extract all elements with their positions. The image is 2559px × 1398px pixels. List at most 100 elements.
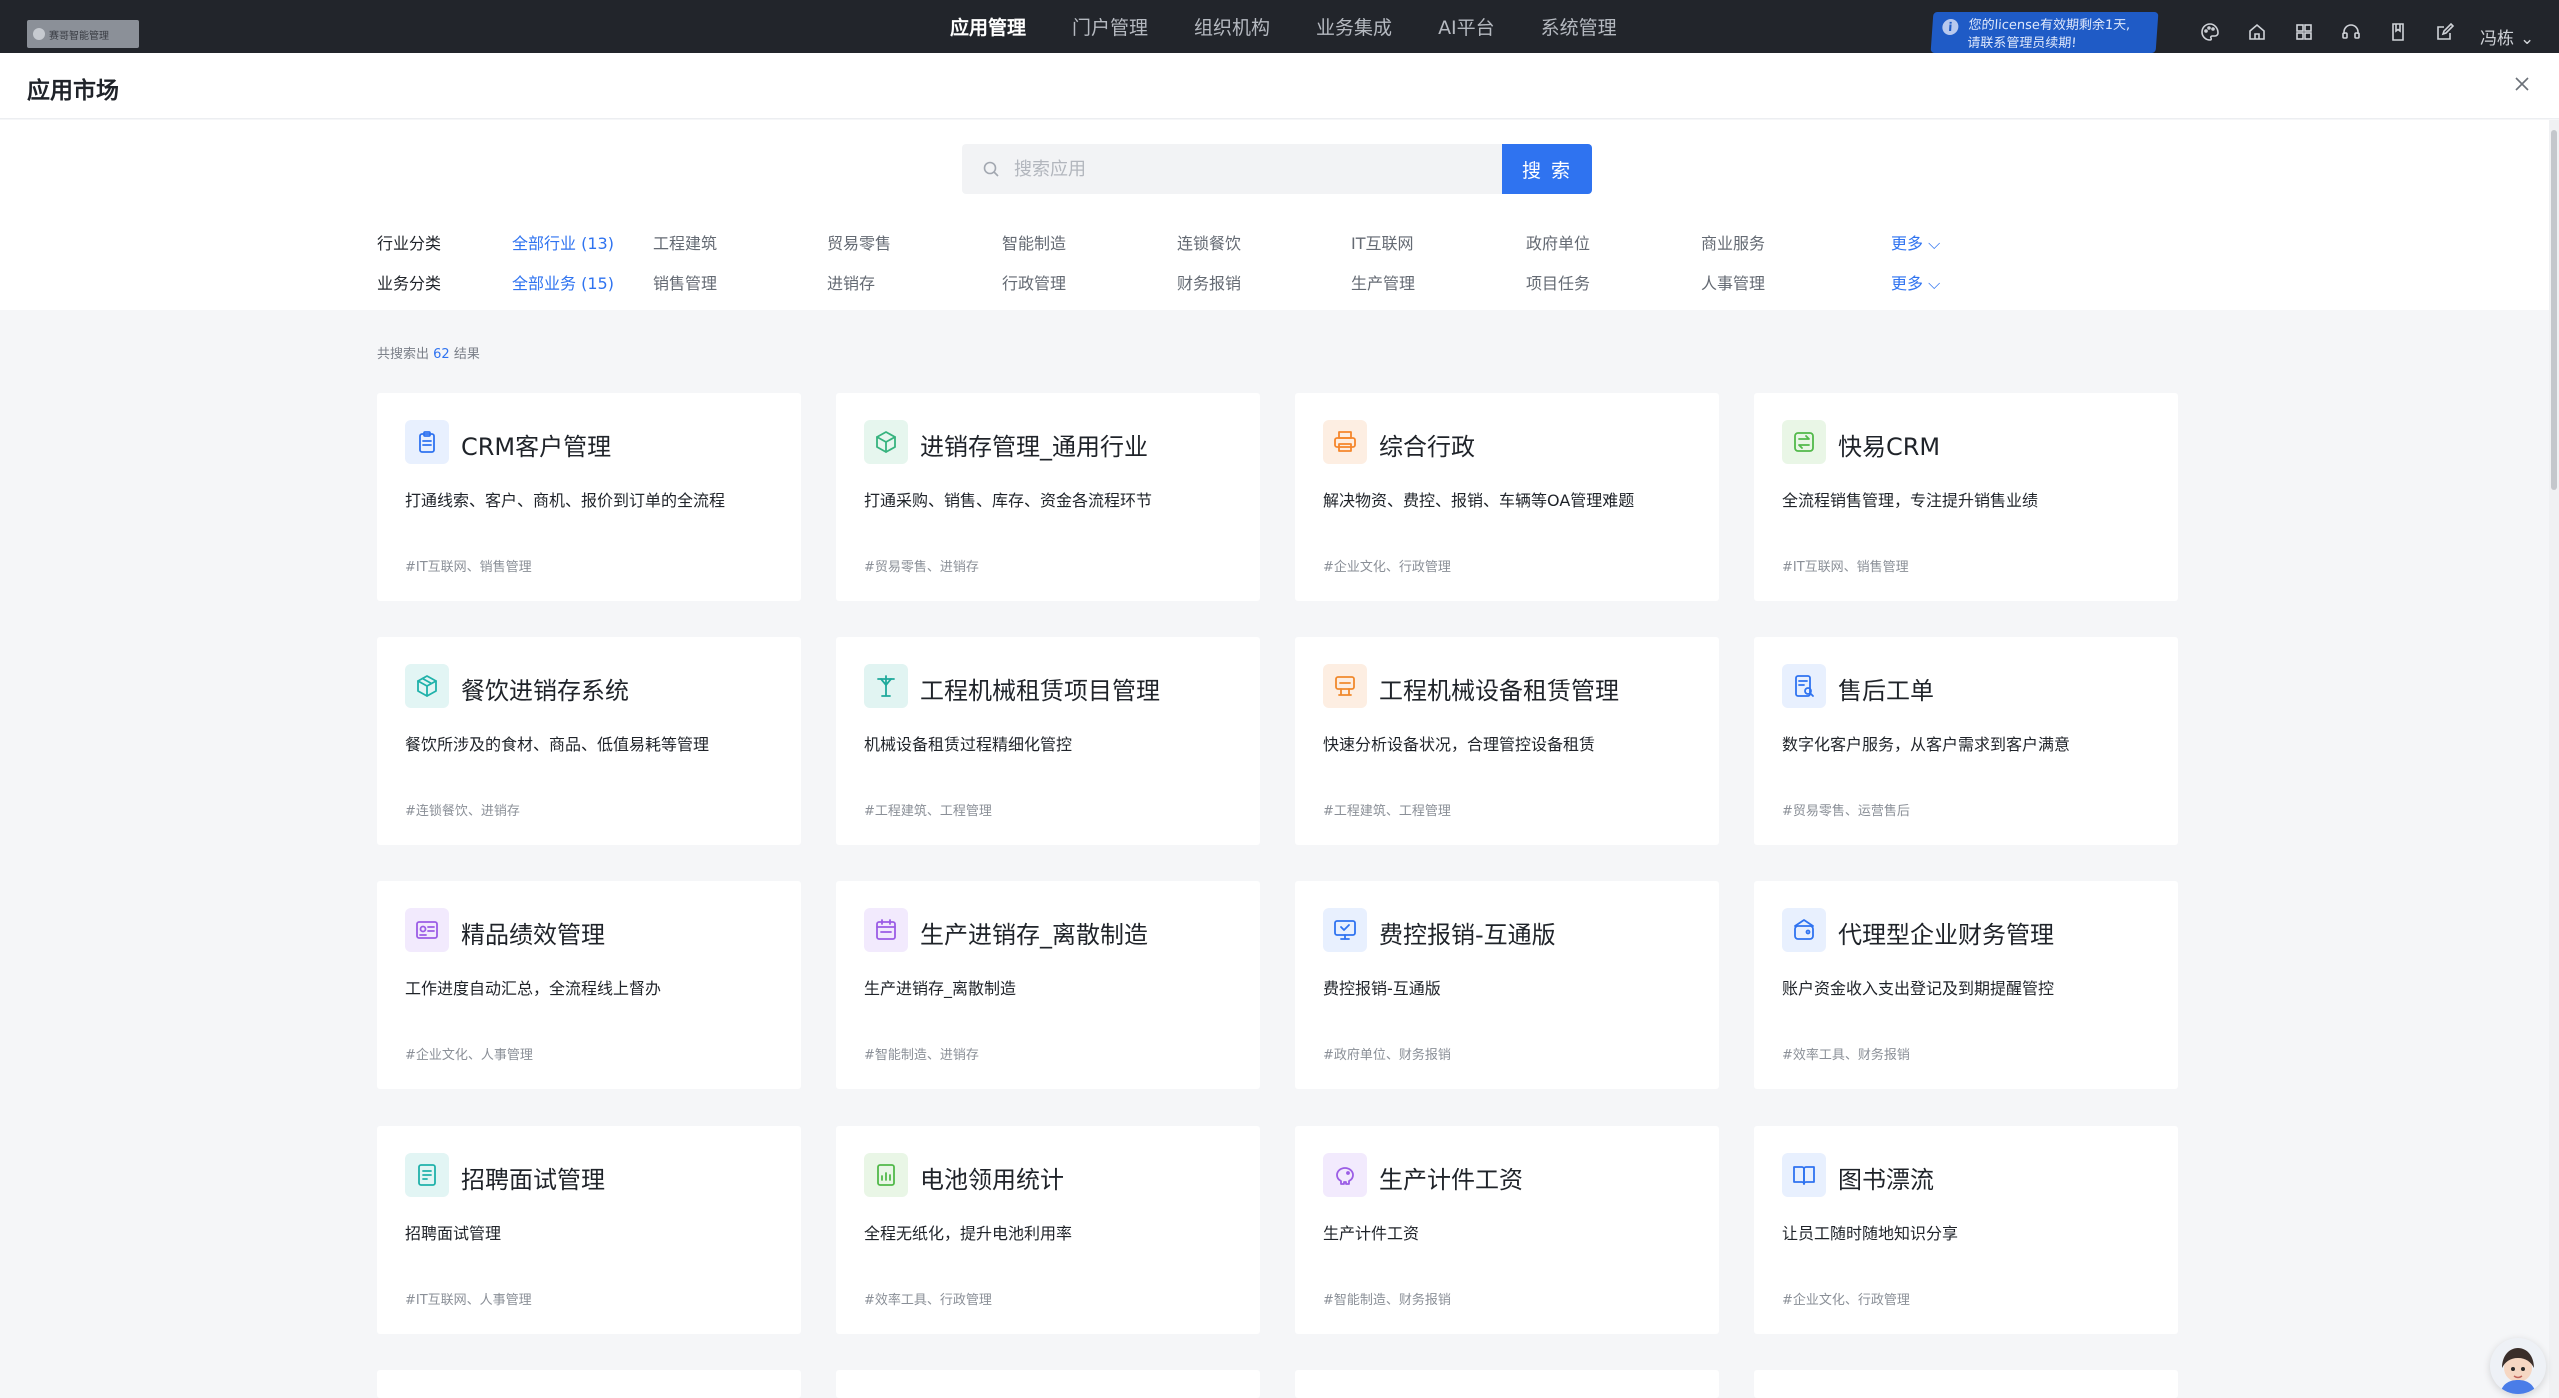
nav-item-ai-platform[interactable]: AI平台 bbox=[1438, 13, 1495, 40]
crane-icon bbox=[864, 664, 908, 708]
app-card[interactable]: 图书漂流 让员工随时随地知识分享 #企业文化、行政管理 bbox=[1754, 1126, 2178, 1334]
nav-item-app-management[interactable]: 应用管理 bbox=[950, 13, 1026, 40]
app-card-partial[interactable] bbox=[836, 1370, 1260, 1398]
book-icon[interactable] bbox=[2388, 22, 2410, 44]
page-scrollbar[interactable] bbox=[2549, 120, 2559, 1398]
business-option-all[interactable]: 全部业务 (15) bbox=[512, 270, 614, 294]
industry-option-catering[interactable]: 连锁餐饮 bbox=[1177, 230, 1241, 254]
license-warning-banner[interactable]: i 您的license有效期剩余1天, 请联系管理员续期! bbox=[1930, 12, 2159, 53]
industry-option-manufacturing[interactable]: 智能制造 bbox=[1002, 230, 1066, 254]
nav-item-organization[interactable]: 组织机构 bbox=[1194, 13, 1270, 40]
palette-icon[interactable] bbox=[2200, 22, 2222, 44]
result-count: 共搜索出 62 结果 bbox=[377, 343, 480, 362]
business-more-button[interactable]: 更多 ⌵ bbox=[1891, 270, 1940, 294]
nav-item-business-integration[interactable]: 业务集成 bbox=[1316, 13, 1392, 40]
wallet-icon bbox=[1782, 908, 1826, 952]
app-card[interactable]: 餐饮进销存系统 餐饮所涉及的食材、商品、低值易耗等管理 #连锁餐饮、进销存 bbox=[377, 637, 801, 845]
business-option-inventory[interactable]: 进销存 bbox=[827, 270, 875, 294]
home-icon[interactable] bbox=[2247, 22, 2269, 44]
app-card-title: 工程机械租赁项目管理 bbox=[920, 677, 1160, 705]
app-card-description: 费控报销-互通版 bbox=[1323, 979, 1441, 998]
search-input[interactable] bbox=[1014, 158, 1484, 180]
industry-option-construction[interactable]: 工程建筑 bbox=[653, 230, 717, 254]
piggy-icon bbox=[1323, 1153, 1367, 1197]
business-filter-label: 业务分类 bbox=[377, 274, 442, 293]
app-card-tags: #工程建筑、工程管理 bbox=[1323, 804, 1451, 819]
business-option-admin[interactable]: 行政管理 bbox=[1002, 270, 1066, 294]
app-card[interactable]: 代理型企业财务管理 账户资金收入支出登记及到期提醒管控 #效率工具、财务报销 bbox=[1754, 881, 2178, 1089]
business-option-projects[interactable]: 项目任务 bbox=[1526, 270, 1590, 294]
industry-filter-label: 行业分类 bbox=[377, 234, 442, 253]
toolbar-icons bbox=[2200, 22, 2482, 44]
app-card[interactable]: 快易CRM 全流程销售管理，专注提升销售业绩 #IT互联网、销售管理 bbox=[1754, 393, 2178, 601]
ticket-icon bbox=[1782, 664, 1826, 708]
industry-option-all[interactable]: 全部行业 (13) bbox=[512, 230, 614, 254]
app-card[interactable]: 售后工单 数字化客户服务，从客户需求到客户满意 #贸易零售、运营售后 bbox=[1754, 637, 2178, 845]
app-card-title: 代理型企业财务管理 bbox=[1838, 921, 2054, 949]
industry-option-it[interactable]: IT互联网 bbox=[1351, 230, 1414, 254]
logo-mark-icon bbox=[33, 28, 45, 40]
grid-icon[interactable] bbox=[2294, 22, 2316, 44]
app-card-tags: #政府单位、财务报销 bbox=[1323, 1048, 1451, 1063]
app-card-partial[interactable] bbox=[377, 1370, 801, 1398]
app-card-description: 全程无纸化，提升电池利用率 bbox=[864, 1224, 1073, 1243]
app-card[interactable]: 进销存管理_通用行业 打通采购、销售、库存、资金各流程环节 #贸易零售、进销存 bbox=[836, 393, 1260, 601]
app-card-description: 解决物资、费控、报销、车辆等OA管理难题 bbox=[1323, 491, 1635, 510]
search-button[interactable]: 搜 索 bbox=[1502, 144, 1592, 194]
app-card[interactable]: 费控报销-互通版 费控报销-互通版 #政府单位、财务报销 bbox=[1295, 881, 1719, 1089]
app-card-tags: #智能制造、进销存 bbox=[864, 1048, 979, 1063]
search-icon bbox=[983, 161, 999, 177]
app-card-title: 进销存管理_通用行业 bbox=[920, 433, 1148, 461]
app-card-tags: #效率工具、行政管理 bbox=[864, 1293, 992, 1308]
app-card[interactable]: 工程机械租赁项目管理 机械设备租赁过程精细化管控 #工程建筑、工程管理 bbox=[836, 637, 1260, 845]
business-option-production[interactable]: 生产管理 bbox=[1351, 270, 1415, 294]
industry-option-government[interactable]: 政府单位 bbox=[1526, 230, 1590, 254]
page-header: 应用市场 bbox=[0, 53, 2559, 119]
app-card-title: 生产进销存_离散制造 bbox=[920, 921, 1148, 949]
industry-option-retail[interactable]: 贸易零售 bbox=[827, 230, 891, 254]
app-card-tags: #工程建筑、工程管理 bbox=[864, 804, 992, 819]
app-card-title: 精品绩效管理 bbox=[461, 921, 605, 949]
app-card-description: 工作进度自动汇总，全流程线上督办 bbox=[405, 979, 662, 998]
app-card-tags: #效率工具、财务报销 bbox=[1782, 1048, 1910, 1063]
box-icon bbox=[405, 664, 449, 708]
industry-more-label: 更多 bbox=[1891, 234, 1924, 253]
app-card-tags: #贸易零售、进销存 bbox=[864, 560, 979, 575]
cube-icon bbox=[864, 420, 908, 464]
industry-more-button[interactable]: 更多 ⌵ bbox=[1891, 230, 1940, 254]
app-card-partial[interactable] bbox=[1295, 1370, 1719, 1398]
app-card-title: 综合行政 bbox=[1379, 433, 1475, 461]
scrollbar-thumb[interactable] bbox=[2551, 130, 2557, 490]
app-card[interactable]: 招聘面试管理 招聘面试管理 #IT互联网、人事管理 bbox=[377, 1126, 801, 1334]
close-icon[interactable] bbox=[2511, 73, 2533, 95]
company-logo[interactable]: 赛哥智能管理 bbox=[27, 20, 139, 48]
app-card[interactable]: 电池领用统计 全程无纸化，提升电池利用率 #效率工具、行政管理 bbox=[836, 1126, 1260, 1334]
machine-icon bbox=[1323, 664, 1367, 708]
exchange-icon bbox=[1782, 420, 1826, 464]
result-number: 62 bbox=[433, 347, 450, 362]
nav-item-portal-management[interactable]: 门户管理 bbox=[1072, 13, 1148, 40]
app-card[interactable]: 精品绩效管理工作进度自动汇总，全流程线上督办 #企业文化、人事管理 bbox=[377, 881, 801, 1089]
industry-option-business-services[interactable]: 商业服务 bbox=[1701, 230, 1765, 254]
business-option-sales[interactable]: 销售管理 bbox=[653, 270, 717, 294]
business-option-hr[interactable]: 人事管理 bbox=[1701, 270, 1765, 294]
ai-assistant-avatar[interactable] bbox=[2490, 1338, 2546, 1394]
app-card[interactable]: 生产进销存_离散制造 生产进销存_离散制造 #智能制造、进销存 bbox=[836, 881, 1260, 1089]
app-card[interactable]: 综合行政解决物资、费控、报销、车辆等OA管理难题 #企业文化、行政管理 bbox=[1295, 393, 1719, 601]
headset-icon[interactable] bbox=[2341, 22, 2363, 44]
user-menu[interactable]: 冯栋 bbox=[2480, 24, 2534, 49]
result-prefix: 共搜索出 bbox=[377, 347, 430, 362]
app-card-partial[interactable] bbox=[1754, 1370, 2178, 1398]
app-card[interactable]: CRM客户管理 打通线索、客户、商机、报价到订单的全流程 #IT互联网、销售管理 bbox=[377, 393, 801, 601]
business-option-finance[interactable]: 财务报销 bbox=[1177, 270, 1241, 294]
app-card-tags: #企业文化、行政管理 bbox=[1323, 560, 1451, 575]
app-card-tags: #企业文化、人事管理 bbox=[405, 1048, 533, 1063]
app-card-description: 数字化客户服务，从客户需求到客户满意 bbox=[1782, 735, 2071, 754]
edit-icon[interactable] bbox=[2435, 22, 2457, 44]
app-card[interactable]: 生产计件工资 生产计件工资 #智能制造、财务报销 bbox=[1295, 1126, 1719, 1334]
app-card-tags: #连锁餐饮、进销存 bbox=[405, 804, 520, 819]
app-card[interactable]: 工程机械设备租赁管理 快速分析设备状况，合理管控设备租赁 #工程建筑、工程管理 bbox=[1295, 637, 1719, 845]
app-card-tags: #贸易零售、运营售后 bbox=[1782, 804, 1910, 819]
app-card-description: 招聘面试管理 bbox=[405, 1224, 502, 1243]
nav-item-system-management[interactable]: 系统管理 bbox=[1541, 13, 1617, 40]
